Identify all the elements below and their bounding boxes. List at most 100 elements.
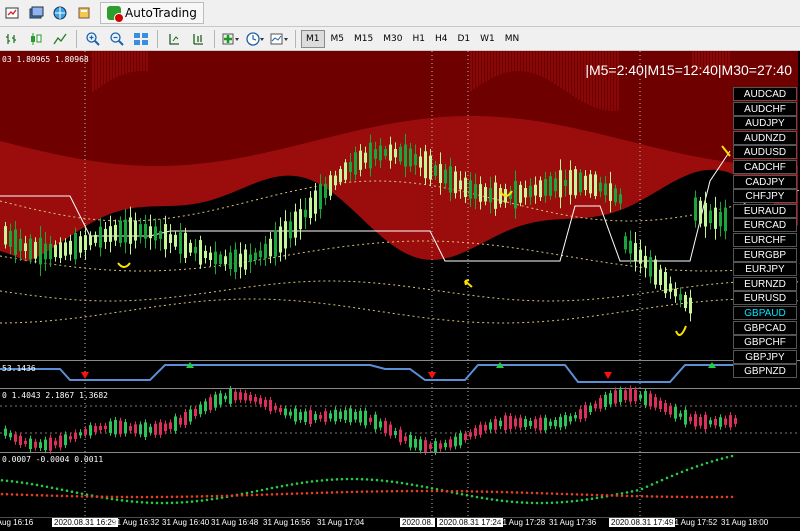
candle-body [599,182,602,192]
symbol-item[interactable]: EURAUD [733,203,797,218]
osc-dot-red [80,495,84,498]
symbol-item[interactable]: EURGBP [733,247,797,262]
candle-timer: |M5=2:40|M15=12:40|M30=27:40 [585,62,792,78]
osc-dot-red [600,493,604,497]
sub-candle-body [734,417,737,424]
timeframe-m5[interactable]: M5 [327,30,349,48]
autotrading-button[interactable]: AutoTrading [100,2,204,24]
timeframe-mn[interactable]: MN [501,30,524,48]
market-watch-icon[interactable] [50,3,70,23]
sub-candle-body [329,413,332,419]
candle-body [74,232,77,260]
sub-candle-body [654,397,657,408]
osc-dot-red [65,494,69,498]
zoom-in-icon[interactable] [83,29,103,49]
symbol-item[interactable]: CADJPY [733,174,797,189]
symbol-item[interactable]: AUDCHF [733,101,797,116]
symbol-item[interactable]: AUDUSD [733,145,797,160]
osc-dot-red [710,495,714,499]
sub-candle-body [674,406,677,419]
candle-body [664,271,667,294]
indicators-icon[interactable] [221,29,241,49]
new-chart-icon[interactable] [2,3,22,23]
symbol-item[interactable]: EURCAD [733,218,797,233]
osc-dot-red [670,495,674,499]
osc-dot-red [355,490,359,494]
timeframe-m1[interactable]: M1 [301,29,325,48]
candlestick-icon[interactable] [26,29,46,49]
periods-icon[interactable] [245,29,265,49]
chart-area[interactable]: 03 1.80965 1.80968 |M5=2:40|M15=12:40|M3… [0,51,800,531]
symbol-item[interactable]: AUDCAD [733,87,797,102]
osc-dot-green [280,484,284,488]
osc-dot-green [30,482,34,486]
osc-dot-green [430,487,434,490]
timeframe-h1[interactable]: H1 [408,30,429,48]
candle-body [44,243,47,260]
candle-body [209,252,212,261]
osc-dot-red [575,493,579,496]
profiles-icon[interactable] [26,3,46,23]
timeframe-d1[interactable]: D1 [453,30,474,48]
autoscroll-icon[interactable] [188,29,208,49]
osc-dot-red [175,495,179,499]
osc-dot-green [355,477,359,481]
osc-dot-red [100,495,104,499]
symbol-item[interactable]: GBPCHF [733,335,797,350]
zoom-out-icon[interactable] [107,29,127,49]
candle-body [634,243,637,261]
sub-candle-body [294,408,297,422]
timeframe-h4[interactable]: H4 [431,30,452,48]
osc-dot-red [35,493,39,497]
sub-candle-body [99,426,102,431]
sub-candle-body [609,393,612,405]
sub-candle-body [29,438,32,450]
osc-dot-red [25,493,29,497]
chart-shift-icon[interactable] [164,29,184,49]
osc-dot-green [40,484,44,488]
time-label: 31 Aug 16:56 [263,518,311,527]
timeframe-m15[interactable]: M15 [350,30,377,48]
symbol-item[interactable]: AUDNZD [733,130,797,145]
candle-body [399,146,402,162]
timeframe-m30[interactable]: M30 [379,30,406,48]
osc-dot-red [590,493,594,497]
symbol-item[interactable]: GBPNZD [733,364,797,379]
timeframe-w1[interactable]: W1 [476,30,499,48]
osc-dot-red [630,494,634,498]
bar-chart-icon[interactable] [2,29,22,49]
symbol-item[interactable]: EURJPY [733,262,797,277]
sub-candle-body [409,434,412,448]
candle-body [724,207,727,232]
osc-dot-green [510,500,514,504]
templates-icon[interactable] [269,29,289,49]
candle-body [699,200,702,224]
symbol-item[interactable]: EURUSD [733,291,797,306]
sub-candle-body [669,405,672,415]
candle-body [474,184,477,199]
sub-candle-body [264,399,267,407]
candle-body [519,184,522,203]
symbol-item[interactable]: GBPJPY [733,349,797,364]
symbol-item[interactable]: EURCHF [733,232,797,248]
symbol-item[interactable]: EURNZD [733,276,797,291]
navigator-icon[interactable] [74,3,94,23]
symbol-item[interactable]: CADCHF [733,159,797,175]
symbol-item[interactable]: GBPAUD [733,305,797,320]
osc-dot-green [490,498,494,501]
sub-candle-body [129,426,132,431]
line-chart-icon[interactable] [50,29,70,49]
symbol-item[interactable]: CHFJPY [733,189,797,204]
price-chart[interactable] [0,51,800,531]
separator [214,29,215,48]
tile-windows-icon[interactable] [131,29,151,49]
candle-body [184,232,187,258]
osc-dot-red [240,494,244,497]
osc-dot-red [615,494,619,497]
symbol-item[interactable]: GBPCAD [733,320,797,335]
symbol-item[interactable]: AUDJPY [733,116,797,131]
candle-body [629,240,632,254]
osc-dot-green [400,481,404,485]
sub-candle-body [729,415,732,428]
osc-dot-red [730,495,734,499]
